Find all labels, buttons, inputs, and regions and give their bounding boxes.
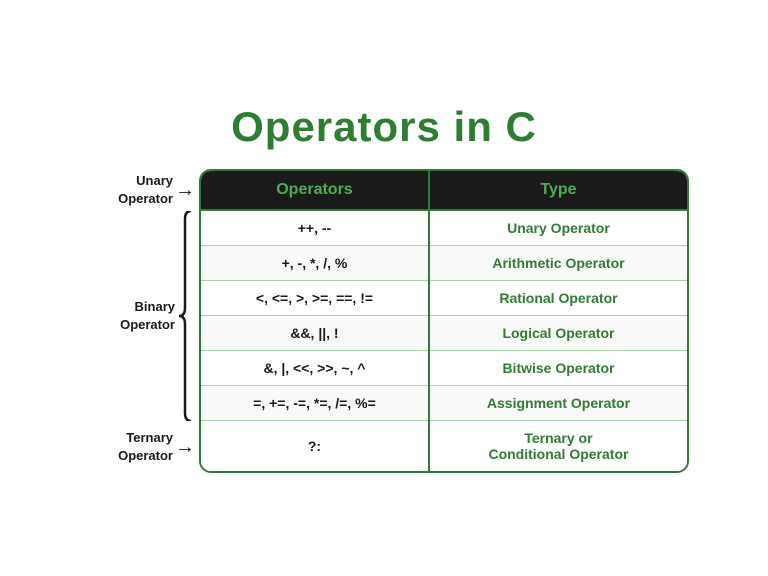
table-row: +, -, *, /, %Arithmetic Operator [201,246,687,281]
page-title-heading: Operators in C [231,103,537,151]
header-operators: Operators [201,171,429,210]
cell-operators: =, +=, -=, *=, /=, %= [201,386,429,421]
table-row: =, +=, -=, *=, /=, %=Assignment Operator [201,386,687,421]
header-type: Type [429,171,687,210]
ternary-label-text: TernaryOperator [118,429,173,465]
operators-table: Operators Type ++, --Unary Operator+, -,… [201,171,687,471]
ternary-label-group: TernaryOperator → [79,421,195,473]
table-row: ++, --Unary Operator [201,210,687,246]
cell-type: Ternary or Conditional Operator [429,421,687,472]
table-header-row: Operators Type [201,171,687,210]
cell-type: Logical Operator [429,316,687,351]
cell-operators: ++, -- [201,210,429,246]
cell-operators: &&, ||, ! [201,316,429,351]
side-labels: UnaryOperator → BinaryOperator TernaryOp… [79,169,199,473]
unary-label-text: UnaryOperator [118,172,173,208]
binary-brace-icon [177,211,193,421]
table-row: &, |, <<, >>, ~, ^Bitwise Operator [201,351,687,386]
table-row: ?:Ternary or Conditional Operator [201,421,687,472]
table-row: &&, ||, !Logical Operator [201,316,687,351]
table-wrapper: Operators Type ++, --Unary Operator+, -,… [199,169,689,473]
cell-type: Rational Operator [429,281,687,316]
binary-label-text: BinaryOperator [120,298,175,334]
cell-type: Assignment Operator [429,386,687,421]
cell-operators: <, <=, >, >=, ==, != [201,281,429,316]
cell-type: Bitwise Operator [429,351,687,386]
binary-label-group: BinaryOperator [79,211,195,421]
cell-type: Unary Operator [429,210,687,246]
table-row: <, <=, >, >=, ==, !=Rational Operator [201,281,687,316]
cell-operators: +, -, *, /, % [201,246,429,281]
ternary-arrow-icon: → [175,437,195,457]
cell-type: Arithmetic Operator [429,246,687,281]
cell-operators: &, |, <<, >>, ~, ^ [201,351,429,386]
unary-label-group: UnaryOperator → [79,169,195,211]
cell-operators: ?: [201,421,429,472]
unary-arrow-icon: → [175,180,195,200]
content-area: UnaryOperator → BinaryOperator TernaryOp… [79,169,689,473]
